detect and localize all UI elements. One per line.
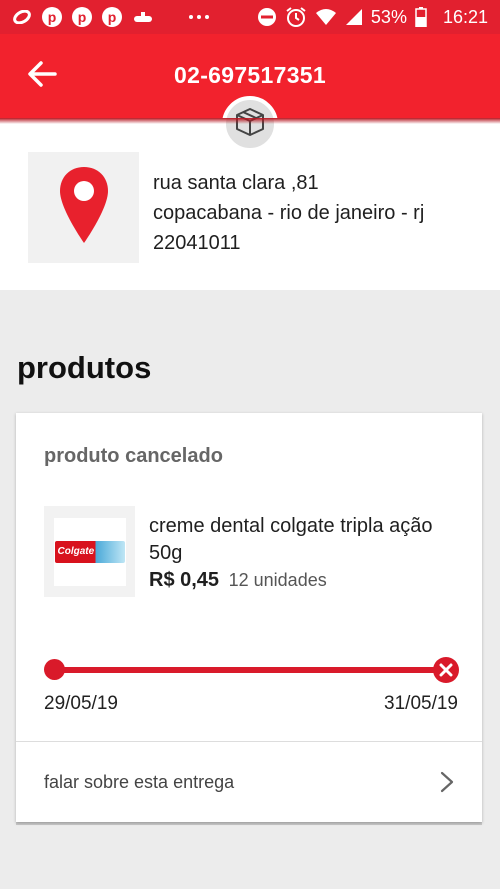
status-bar: p p p 53% 16:21	[0, 0, 500, 34]
price-line: R$ 0,45 12 unidades	[149, 569, 327, 592]
product-quantity: 12 unidades	[228, 570, 327, 590]
system-icons: 53% 16:21	[257, 6, 488, 28]
address-text: rua santa clara ,81 copacabana - rio de …	[153, 168, 424, 258]
battery-icon	[415, 7, 427, 27]
address-zip: 22041011	[153, 232, 241, 254]
notification-icons: p p p	[12, 7, 210, 27]
alarm-icon	[285, 6, 307, 28]
toothpaste-image: Colgate	[53, 517, 126, 586]
start-date: 29/05/19	[44, 693, 118, 714]
order-number-title: 02-697517351	[174, 62, 326, 88]
package-badge	[222, 96, 278, 152]
product-name: creme dental colgate tripla ação 50g	[149, 515, 433, 564]
clock: 16:21	[442, 6, 488, 27]
chevron-right-icon	[440, 771, 454, 793]
address-street: rua santa clara ,81	[153, 172, 319, 194]
ring-icon	[12, 10, 32, 24]
product-card: produto cancelado Colgate creme dental c…	[16, 413, 482, 822]
products-section-title: produtos	[17, 350, 152, 385]
delivery-progress-track	[54, 667, 444, 673]
pinterest-icon: p	[102, 7, 122, 27]
signal-icon	[345, 8, 363, 26]
pinterest-icon: p	[42, 7, 62, 27]
progress-start-dot	[44, 659, 65, 680]
more-icon	[188, 14, 210, 20]
wifi-icon	[315, 8, 337, 26]
colgate-logo: Colgate	[54, 540, 125, 563]
product-status: produto cancelado	[44, 445, 223, 467]
pinterest-icon: p	[72, 7, 92, 27]
delivery-address-card: rua santa clara ,81 copacabana - rio de …	[0, 96, 500, 290]
talk-about-delivery-link[interactable]: falar sobre esta entrega	[16, 742, 482, 822]
battery-percent: 53%	[370, 6, 407, 27]
header-shadow	[0, 118, 500, 124]
product-image: Colgate	[44, 506, 135, 597]
location-thumbnail	[28, 152, 139, 263]
location-pin-icon	[58, 165, 110, 250]
delivery-link-label: falar sobre esta entrega	[44, 771, 235, 792]
package-icon	[234, 106, 266, 143]
end-date: 31/05/19	[384, 693, 458, 714]
product-price: R$ 0,45	[149, 569, 220, 591]
do-not-disturb-icon	[257, 7, 277, 27]
submarine-icon	[132, 10, 154, 24]
cancelled-x-icon	[433, 657, 459, 683]
address-city: copacabana - rio de janeiro - rj	[153, 202, 425, 224]
